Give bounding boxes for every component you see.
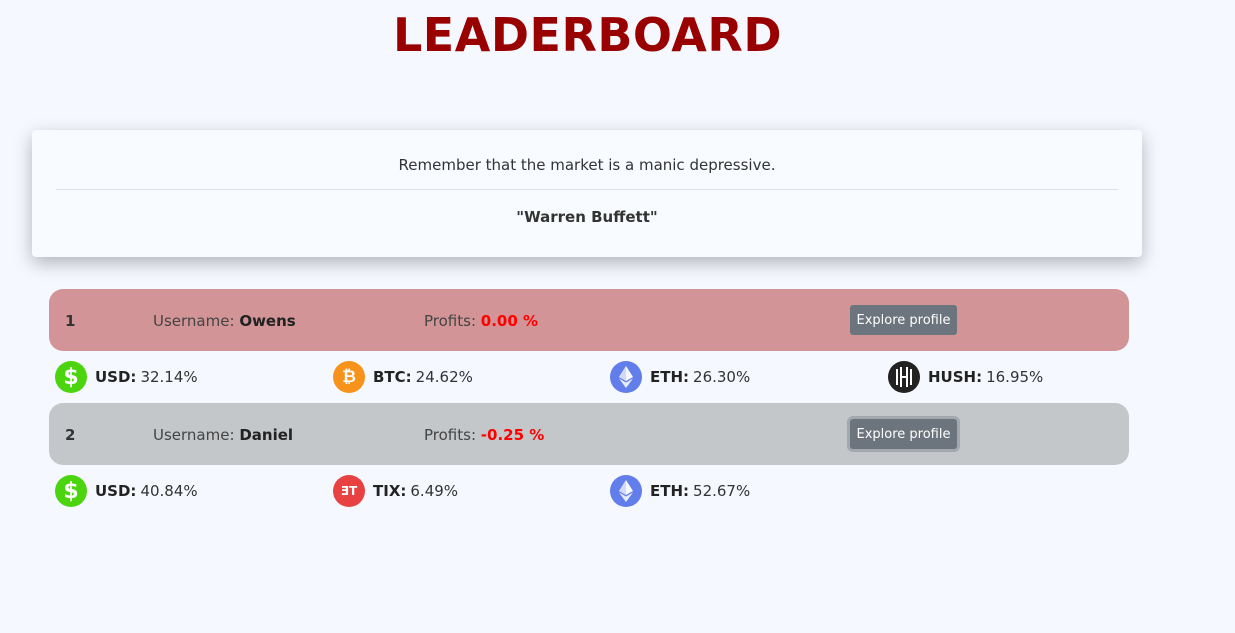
asset-tix: ƎT TIX: 6.49% (333, 475, 458, 507)
asset-eth: ETH: 52.67% (610, 475, 750, 507)
dollar-icon: $ (55, 475, 87, 507)
entry-row: 2 Username: Daniel Profits: -0.25 % Expl… (49, 403, 1129, 465)
hush-icon (888, 361, 920, 393)
asset-percent: 16.95% (986, 368, 1044, 386)
quote-text: Remember that the market is a manic depr… (398, 156, 776, 174)
asset-symbol: ETH: (650, 368, 690, 386)
asset-list: $ USD: 32.14% ₿ BTC: 24.62% ETH: 26.30% … (49, 351, 1129, 403)
asset-eth: ETH: 26.30% (610, 361, 750, 393)
asset-btc: ₿ BTC: 24.62% (333, 361, 473, 393)
asset-symbol: BTC: (373, 368, 412, 386)
leaderboard-entry: 2 Username: Daniel Profits: -0.25 % Expl… (49, 403, 1129, 517)
profits: Profits: -0.25 % (424, 426, 544, 444)
username-label: Username: (153, 426, 235, 444)
profits-value: -0.25 % (480, 426, 545, 444)
username-label: Username: (153, 312, 235, 330)
quote-divider (56, 189, 1118, 190)
profits-label: Profits: (424, 312, 476, 330)
asset-percent: 6.49% (410, 482, 459, 500)
profits-label: Profits: (424, 426, 476, 444)
asset-percent: 24.62% (415, 368, 473, 386)
bitcoin-icon: ₿ (333, 361, 365, 393)
explore-profile-button[interactable]: Explore profile (850, 419, 957, 449)
ethereum-icon (610, 475, 642, 507)
asset-usd: $ USD: 32.14% (55, 361, 198, 393)
asset-list: $ USD: 40.84% ƎT TIX: 6.49% ETH: 52.67% (49, 465, 1129, 517)
tix-icon: ƎT (333, 475, 365, 507)
asset-symbol: TIX: (373, 482, 407, 500)
quote-author: "Warren Buffett" (516, 208, 658, 226)
asset-usd: $ USD: 40.84% (55, 475, 198, 507)
entry-row: 1 Username: Owens Profits: 0.00 % Explor… (49, 289, 1129, 351)
asset-symbol: ETH: (650, 482, 690, 500)
rank-number: 2 (65, 426, 76, 444)
dollar-icon: $ (55, 361, 87, 393)
asset-symbol: USD: (95, 482, 137, 500)
asset-percent: 26.30% (693, 368, 751, 386)
rank-number: 1 (65, 312, 76, 330)
explore-profile-button[interactable]: Explore profile (850, 305, 957, 335)
asset-percent: 32.14% (140, 368, 198, 386)
asset-percent: 40.84% (140, 482, 198, 500)
username: Username: Owens (153, 312, 296, 330)
asset-percent: 52.67% (693, 482, 751, 500)
quote-card: Remember that the market is a manic depr… (32, 130, 1142, 257)
asset-hush: HUSH: 16.95% (888, 361, 1043, 393)
ethereum-icon (610, 361, 642, 393)
profits: Profits: 0.00 % (424, 312, 538, 330)
asset-symbol: USD: (95, 368, 137, 386)
profits-value: 0.00 % (480, 312, 539, 330)
leaderboard-entry: 1 Username: Owens Profits: 0.00 % Explor… (49, 289, 1129, 403)
asset-symbol: HUSH: (928, 368, 983, 386)
username-value: Owens (239, 312, 296, 330)
page-title: LEADERBOARD (393, 8, 782, 62)
username-value: Daniel (239, 426, 294, 444)
username: Username: Daniel (153, 426, 293, 444)
